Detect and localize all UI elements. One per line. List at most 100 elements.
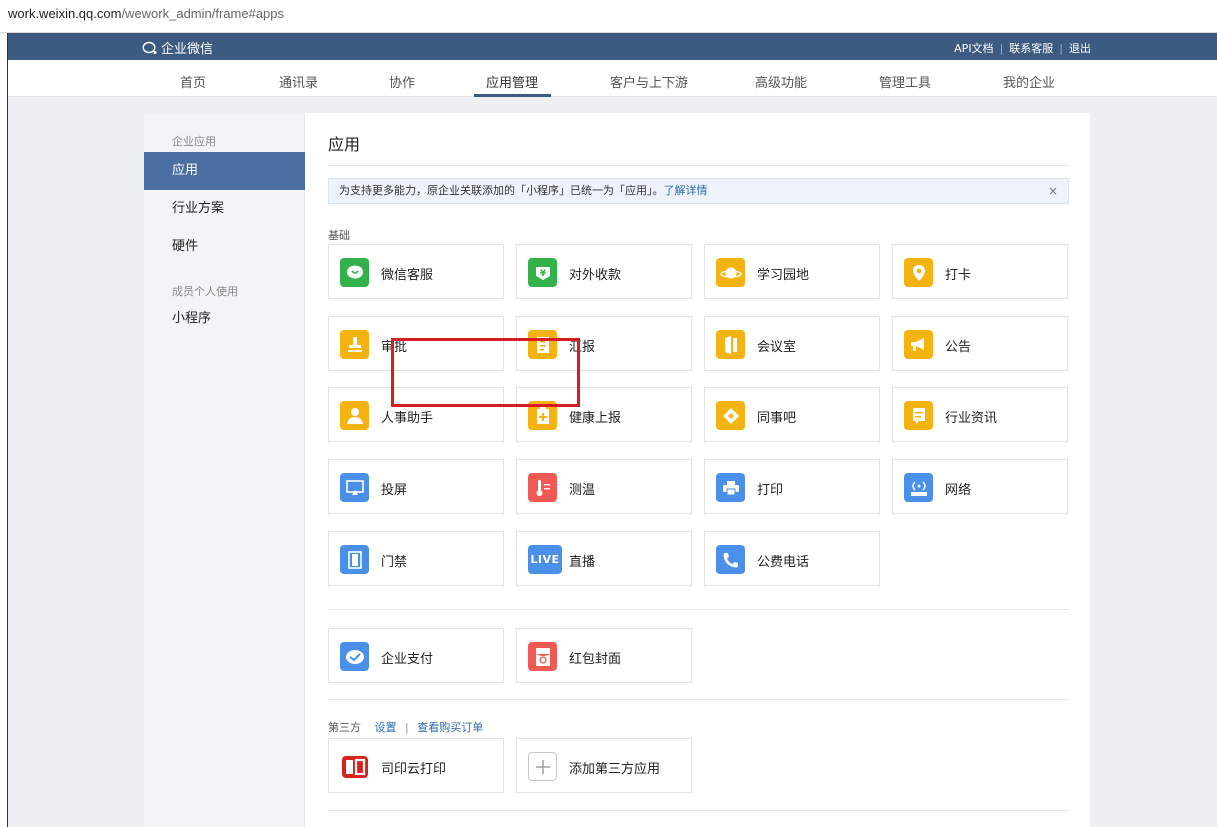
sidebar-group-enterprise-apps: 企业应用 bbox=[172, 135, 216, 148]
app-label: 健康上报 bbox=[569, 411, 622, 426]
nav-tools[interactable]: 管理工具 bbox=[879, 72, 931, 91]
app-label: 网络 bbox=[945, 483, 972, 498]
news-icon bbox=[904, 401, 933, 430]
app-label: 会议室 bbox=[757, 340, 797, 355]
access-door-icon bbox=[340, 545, 369, 574]
sidebar-item-miniprogram[interactable]: 小程序 bbox=[144, 300, 305, 338]
close-icon[interactable]: × bbox=[1048, 179, 1058, 203]
divider bbox=[328, 165, 1069, 166]
app-label: 直播 bbox=[569, 555, 596, 570]
app-tile-network[interactable]: 网络 bbox=[892, 459, 1068, 514]
app-tile-phone[interactable]: 公费电话 bbox=[704, 531, 880, 586]
app-tile-red-packet[interactable]: 红包封面 bbox=[516, 628, 692, 683]
app-tile-meeting-room[interactable]: 会议室 bbox=[704, 316, 880, 371]
svg-text:¥: ¥ bbox=[539, 269, 546, 279]
app-tile-live[interactable]: LIVE 直播 bbox=[516, 531, 692, 586]
app-tile-industry-news[interactable]: 行业资讯 bbox=[892, 387, 1068, 442]
app-tile-learning[interactable]: 学习园地 bbox=[704, 244, 880, 299]
app-label: 添加第三方应用 bbox=[569, 762, 661, 777]
top-bar: 企业微信 API文档 | 联系客服 | 退出 bbox=[8, 33, 1217, 60]
app-label: 司印云打印 bbox=[381, 762, 447, 777]
sidebar: 企业应用 应用 行业方案 硬件 成员个人使用 小程序 bbox=[144, 113, 305, 827]
screen-cast-icon bbox=[340, 473, 369, 502]
nav-customers[interactable]: 客户与上下游 bbox=[610, 72, 688, 91]
thermometer-icon bbox=[528, 473, 557, 502]
app-label: 人事助手 bbox=[381, 411, 434, 426]
nav-advanced[interactable]: 高级功能 bbox=[755, 72, 807, 91]
separator: | bbox=[405, 721, 409, 734]
app-label: 门禁 bbox=[381, 555, 408, 570]
nav-app-management[interactable]: 应用管理 bbox=[486, 72, 538, 91]
wechat-service-icon bbox=[340, 258, 369, 287]
app-label: 微信客服 bbox=[381, 268, 434, 283]
divider bbox=[328, 699, 1069, 700]
live-icon: LIVE bbox=[528, 545, 562, 574]
app-tile-wechat-service[interactable]: 微信客服 bbox=[328, 244, 504, 299]
app-label: 测温 bbox=[569, 483, 596, 498]
app-tile-access-control[interactable]: 门禁 bbox=[328, 531, 504, 586]
url-text[interactable]: work.weixin.qq.com/wework_admin/frame#ap… bbox=[8, 6, 284, 21]
sidebar-item-hardware[interactable]: 硬件 bbox=[144, 228, 305, 266]
app-label: 投屏 bbox=[381, 483, 408, 498]
third-party-header: 第三方 设置 | 查看购买订单 bbox=[328, 719, 483, 735]
separator: | bbox=[1059, 41, 1063, 55]
api-doc-link[interactable]: API文档 bbox=[954, 40, 993, 56]
window-left-edge bbox=[0, 33, 8, 827]
nav-home[interactable]: 首页 bbox=[180, 72, 206, 91]
divider bbox=[328, 609, 1069, 610]
main-nav: 首页 通讯录 协作 应用管理 客户与上下游 高级功能 管理工具 我的企业 bbox=[8, 60, 1217, 97]
payment-icon: ¥ bbox=[528, 258, 557, 287]
active-tab-indicator bbox=[474, 94, 551, 97]
planet-icon bbox=[716, 258, 745, 287]
logout-link[interactable]: 退出 bbox=[1069, 40, 1091, 56]
app-tile-colleague-bar[interactable]: 同事吧 bbox=[704, 387, 880, 442]
third-party-label: 第三方 bbox=[328, 721, 361, 734]
app-label: 学习园地 bbox=[757, 268, 810, 283]
app-label: 打印 bbox=[757, 483, 784, 498]
nav-contacts[interactable]: 通讯录 bbox=[279, 72, 318, 91]
notice-text: 为支持更多能力，原企业关联添加的「小程序」已统一为「应用」。 bbox=[339, 184, 664, 197]
view-orders-link[interactable]: 查看购买订单 bbox=[417, 721, 483, 734]
red-packet-icon bbox=[528, 642, 557, 671]
person-icon bbox=[340, 401, 369, 430]
notice-banner: 为支持更多能力，原企业关联添加的「小程序」已统一为「应用」。了解详情 × bbox=[328, 178, 1069, 204]
stamp-icon bbox=[340, 330, 369, 359]
siyin-logo-icon bbox=[340, 752, 369, 781]
app-tile-enterprise-pay[interactable]: 企业支付 bbox=[328, 628, 504, 683]
sidebar-item-apps[interactable]: 应用 bbox=[144, 152, 305, 190]
app-label: 同事吧 bbox=[757, 411, 797, 426]
app-tile-checkin[interactable]: 打卡 bbox=[892, 244, 1068, 299]
third-party-settings-link[interactable]: 设置 bbox=[375, 721, 397, 734]
app-tile-payment[interactable]: ¥ 对外收款 bbox=[516, 244, 692, 299]
separator: | bbox=[999, 41, 1004, 55]
app-tile-siyin-print[interactable]: 司印云打印 bbox=[328, 738, 504, 793]
app-label: 打卡 bbox=[945, 268, 972, 283]
wework-logo-icon bbox=[142, 41, 157, 54]
enterprise-pay-icon bbox=[340, 642, 369, 671]
highlight-box bbox=[391, 338, 580, 407]
sidebar-group-personal: 成员个人使用 bbox=[172, 285, 238, 298]
logo-text: 企业微信 bbox=[161, 42, 214, 57]
app-tile-screen-cast[interactable]: 投屏 bbox=[328, 459, 504, 514]
nav-collaboration[interactable]: 协作 bbox=[389, 72, 415, 91]
browser-address-bar[interactable]: work.weixin.qq.com/wework_admin/frame#ap… bbox=[0, 0, 1217, 33]
app-label: 公告 bbox=[945, 340, 972, 355]
wework-logo[interactable]: 企业微信 bbox=[142, 38, 213, 57]
nav-my-enterprise[interactable]: 我的企业 bbox=[1003, 72, 1055, 91]
app-tile-announcement[interactable]: 公告 bbox=[892, 316, 1068, 371]
app-tile-temperature[interactable]: 测温 bbox=[516, 459, 692, 514]
main-panel: 应用 为支持更多能力，原企业关联添加的「小程序」已统一为「应用」。了解详情 × … bbox=[305, 113, 1090, 827]
plus-icon bbox=[528, 752, 557, 781]
diamond-icon bbox=[716, 401, 745, 430]
page-title: 应用 bbox=[328, 135, 361, 154]
megaphone-icon bbox=[904, 330, 933, 359]
contact-service-link[interactable]: 联系客服 bbox=[1009, 40, 1053, 56]
add-third-party-app-button[interactable]: 添加第三方应用 bbox=[516, 738, 692, 793]
section-basic-label: 基础 bbox=[328, 229, 350, 242]
sidebar-item-industry[interactable]: 行业方案 bbox=[144, 190, 305, 228]
door-icon bbox=[716, 330, 745, 359]
divider bbox=[328, 810, 1069, 811]
learn-more-link[interactable]: 了解详情 bbox=[664, 184, 708, 197]
app-tile-print[interactable]: 打印 bbox=[704, 459, 880, 514]
phone-icon bbox=[716, 545, 745, 574]
